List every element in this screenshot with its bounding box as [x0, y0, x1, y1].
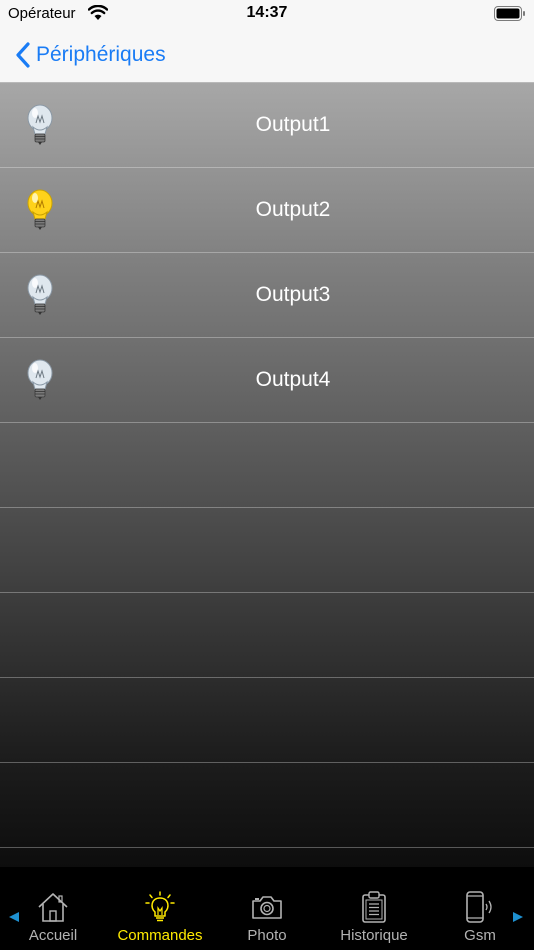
back-label: Périphériques [36, 43, 166, 66]
back-button[interactable]: Périphériques [14, 39, 166, 71]
output-label: Output4 [255, 368, 331, 391]
empty-row [0, 423, 534, 508]
output-row-3[interactable]: Output3 [0, 253, 534, 338]
empty-row [0, 593, 534, 678]
battery-icon [494, 6, 525, 21]
home-icon [38, 893, 68, 922]
output-row-2[interactable]: Output2 [0, 168, 534, 253]
tab-label: Commandes [117, 927, 203, 944]
tab-photo[interactable]: Photo [214, 867, 320, 950]
phone-icon [466, 891, 492, 923]
output-label: Output3 [255, 283, 331, 306]
empty-row [0, 508, 534, 593]
clipboard-icon [362, 891, 386, 923]
tab-label: Accueil [28, 927, 78, 944]
camera-icon [252, 896, 282, 919]
empty-row [0, 678, 534, 763]
output-label: Output2 [255, 198, 331, 221]
status-time: 14:37 [246, 4, 288, 21]
tab-bar: Accueil Commandes Photo Historique Gsm [0, 867, 534, 950]
bulb-icon [145, 891, 175, 922]
tab-commandes[interactable]: Commandes [107, 867, 213, 950]
tab-gsm[interactable]: Gsm [427, 867, 533, 950]
navigation-bar: Périphériques [0, 28, 534, 83]
output-label: Output1 [255, 113, 331, 136]
output-row-4[interactable]: Output4 [0, 338, 534, 423]
tab-historique[interactable]: Historique [321, 867, 427, 950]
tab-accueil[interactable]: Accueil [0, 867, 106, 950]
chevron-left-icon [16, 42, 30, 68]
output-row-1[interactable]: Output1 [0, 83, 534, 168]
status-bar: Opérateur 14:37 [0, 0, 534, 28]
tab-label: Gsm [464, 927, 496, 944]
tab-label: Historique [340, 927, 408, 944]
empty-row [0, 763, 534, 848]
outputs-table: Output1 Output2 Output3 Output4 [0, 83, 534, 867]
tab-label: Photo [247, 927, 287, 944]
scroll-right-arrow-icon[interactable] [512, 911, 524, 923]
